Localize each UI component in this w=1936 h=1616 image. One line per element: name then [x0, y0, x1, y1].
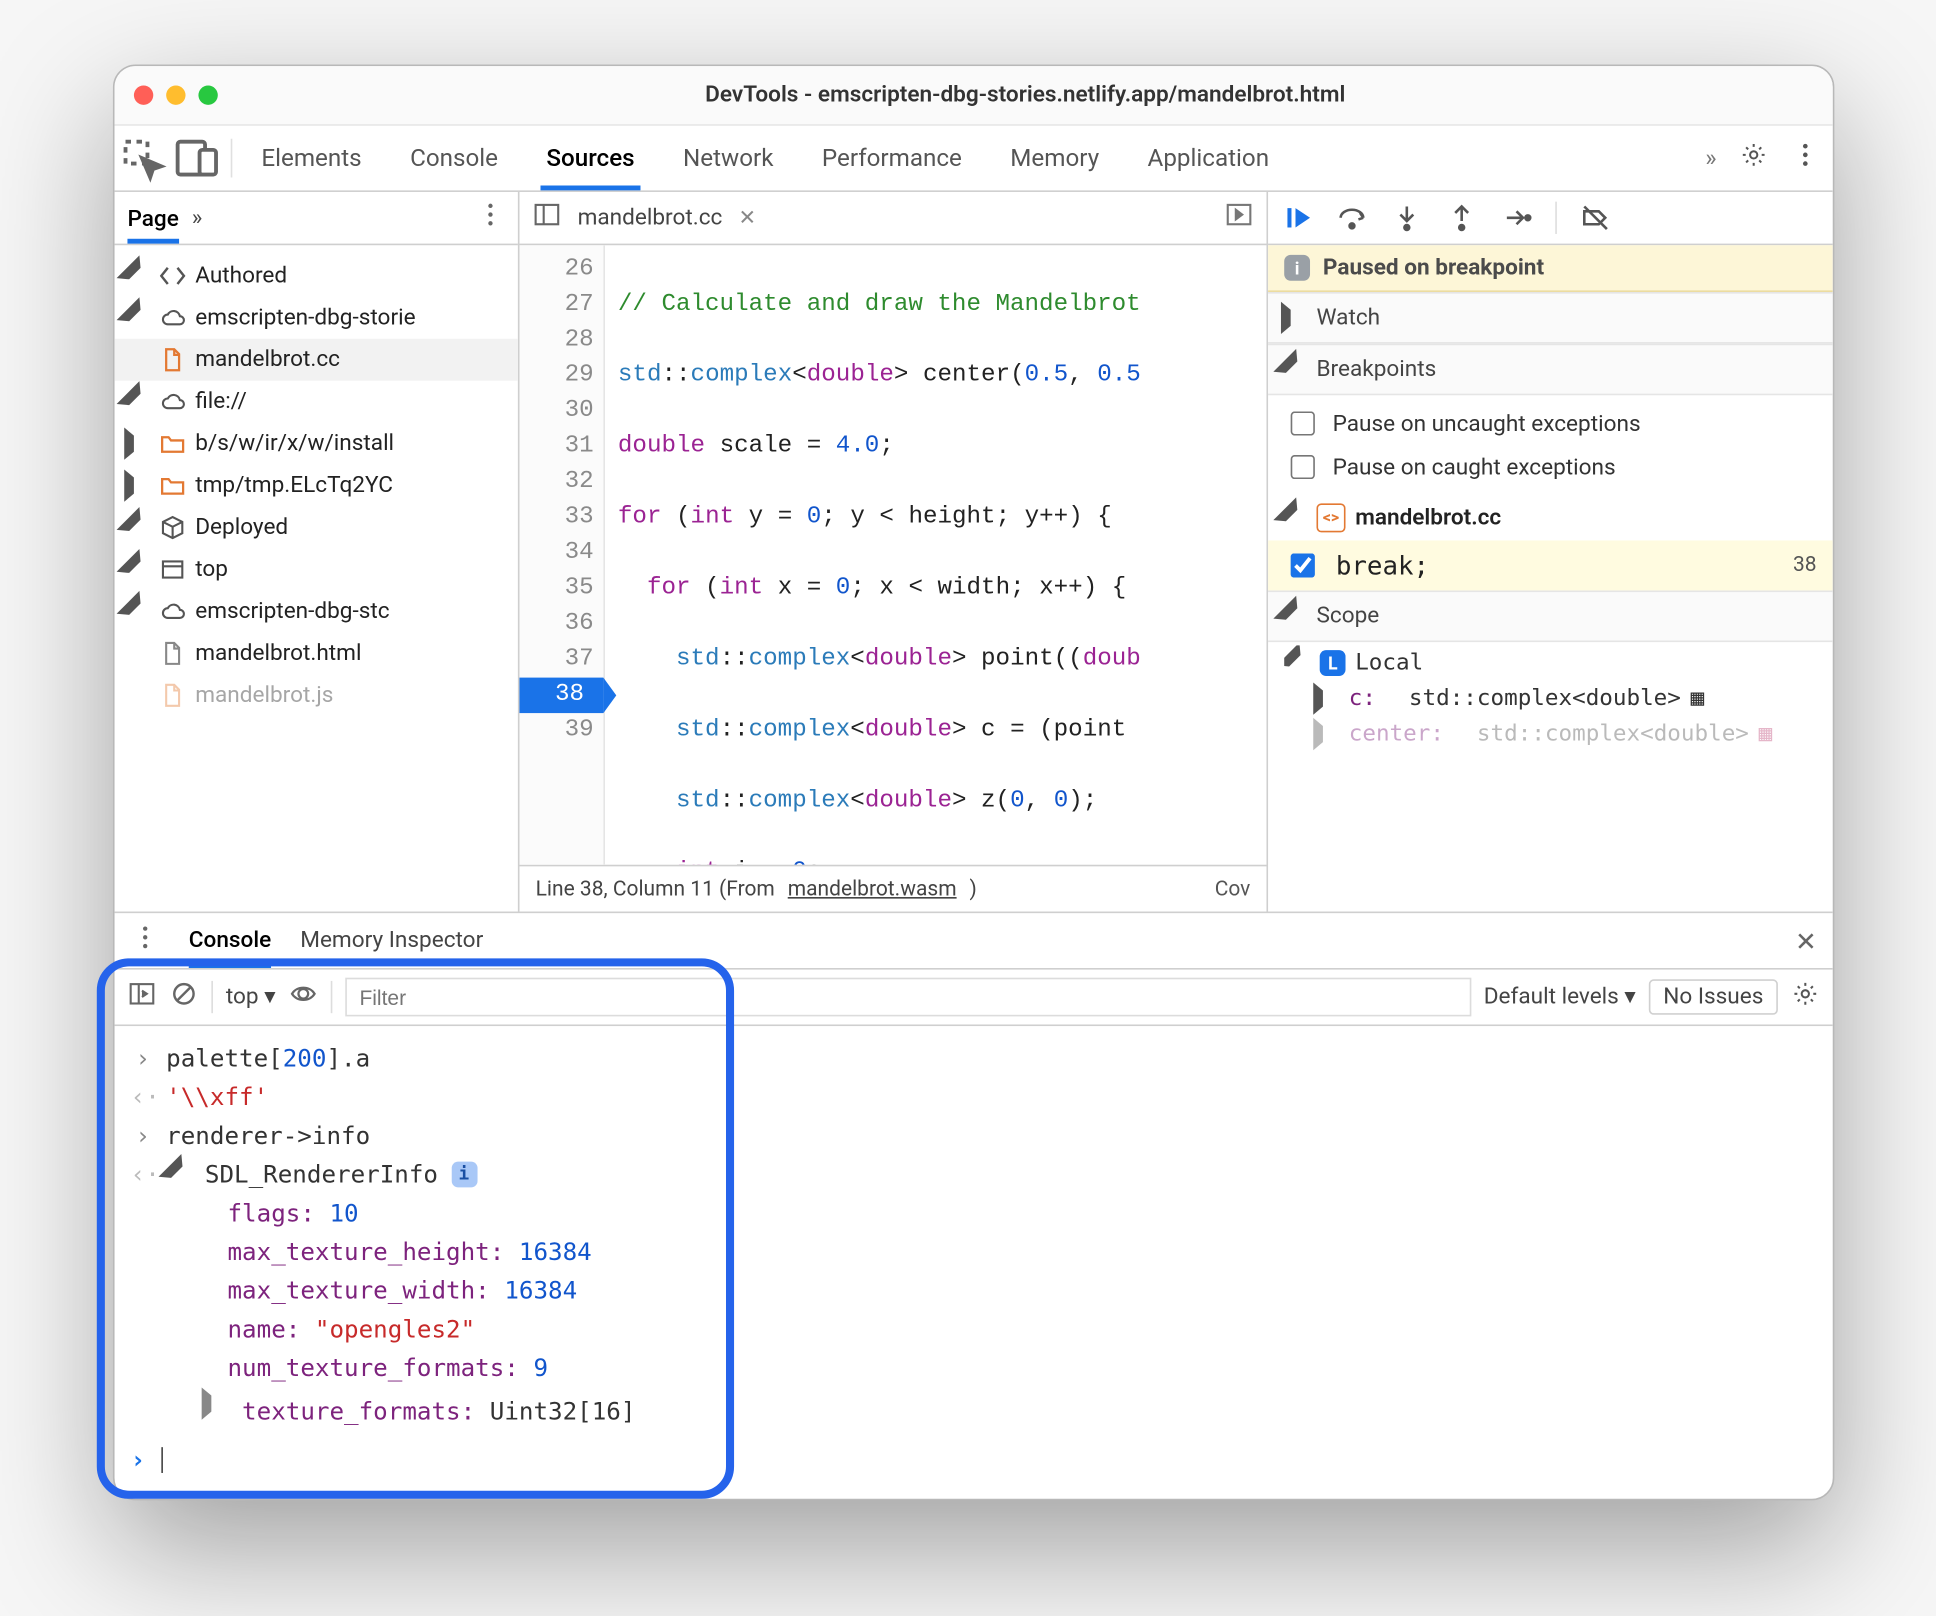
deactivate-breakpoints-icon[interactable]: [1579, 202, 1611, 234]
debugger-panel: i Paused on breakpoint Watch Breakpoints…: [1268, 192, 1833, 912]
inspect-icon[interactable]: [115, 126, 170, 191]
editor-tab[interactable]: mandelbrot.cc ✕: [578, 205, 756, 231]
overflow-tabs-button[interactable]: »: [1705, 144, 1716, 173]
navigator-header: Page »: [115, 192, 518, 245]
run-snippet-icon[interactable]: [1225, 200, 1254, 235]
folder-icon: [160, 431, 186, 457]
tree-file-mandelbrot-cc[interactable]: mandelbrot.cc: [115, 339, 518, 381]
tab-elements[interactable]: Elements: [255, 126, 368, 191]
console-sidebar-toggle-icon[interactable]: [127, 979, 156, 1014]
paused-banner: i Paused on breakpoint: [1268, 245, 1833, 292]
code-angle-icon: [160, 263, 186, 289]
file-tree[interactable]: Authored emscripten-dbg-storie mandelbro…: [115, 245, 518, 911]
traffic-lights: [134, 86, 218, 105]
navigator-kebab[interactable]: [476, 200, 505, 235]
cloud-icon: [160, 599, 186, 625]
memory-inspect-icon[interactable]: ▦: [1691, 686, 1705, 712]
devtools-window: DevTools - emscripten-dbg-stories.netlif…: [113, 65, 1834, 1501]
live-expression-icon[interactable]: [288, 979, 317, 1014]
tab-sources[interactable]: Sources: [540, 126, 641, 191]
step-icon[interactable]: [1500, 202, 1532, 234]
frame-icon: [160, 557, 186, 583]
drawer-close-icon[interactable]: ✕: [1795, 925, 1817, 956]
drawer-tab-memory[interactable]: Memory Inspector: [300, 928, 483, 954]
tab-memory[interactable]: Memory: [1004, 126, 1106, 191]
local-badge: L: [1320, 650, 1346, 676]
levels-dropdown[interactable]: Default levels ▾: [1484, 984, 1636, 1010]
title-bar: DevTools - emscripten-dbg-stories.netlif…: [115, 66, 1833, 126]
console-settings-icon[interactable]: [1791, 979, 1820, 1014]
editor-status-bar: Line 38, Column 11 (From mandelbrot.wasm…: [519, 865, 1266, 912]
navigator-tab-page[interactable]: Page: [127, 207, 178, 244]
close-dot[interactable]: [134, 86, 153, 105]
editor-panel: mandelbrot.cc ✕ 26 27 28 29 30 31 32 33 …: [519, 192, 1268, 912]
settings-icon[interactable]: [1739, 140, 1768, 175]
collapse-sidebar-icon[interactable]: [532, 200, 561, 235]
step-out-icon[interactable]: [1446, 202, 1478, 234]
drawer-panel: Console Memory Inspector ✕ top ▾ Default…: [115, 912, 1833, 1499]
sourcemap-link[interactable]: mandelbrot.wasm: [788, 877, 957, 901]
tab-application[interactable]: Application: [1141, 126, 1275, 191]
zoom-dot[interactable]: [198, 86, 217, 105]
folder-icon: [160, 473, 186, 499]
breakpoint-line-row[interactable]: break;38: [1268, 540, 1833, 590]
cube-icon: [160, 515, 186, 541]
console-filter-input[interactable]: [345, 978, 1471, 1017]
section-breakpoints[interactable]: Breakpoints: [1268, 344, 1833, 396]
file-orange-icon: [160, 347, 186, 373]
file-badge-icon: <>: [1316, 503, 1345, 532]
kebab-menu-icon[interactable]: [1791, 140, 1820, 175]
window-title: DevTools - emscripten-dbg-stories.netlif…: [237, 82, 1813, 108]
navigator-panel: Page » Authored emscripten-dbg-storie ma…: [115, 192, 520, 912]
info-badge-icon[interactable]: i: [451, 1162, 477, 1188]
navigator-overflow-button[interactable]: »: [192, 205, 203, 231]
drawer-kebab[interactable]: [131, 923, 160, 958]
drawer-tab-console[interactable]: Console: [189, 928, 271, 968]
cloud-icon: [160, 305, 186, 331]
clear-console-icon[interactable]: [169, 979, 198, 1014]
resume-icon[interactable]: [1281, 202, 1313, 234]
step-into-icon[interactable]: [1391, 202, 1423, 234]
device-toggle-icon[interactable]: [169, 126, 224, 191]
file-orange-icon: [160, 682, 186, 708]
file-icon: [160, 640, 186, 666]
pause-caught-checkbox[interactable]: Pause on caught exceptions: [1284, 445, 1816, 489]
pause-uncaught-checkbox[interactable]: Pause on uncaught exceptions: [1284, 402, 1816, 446]
step-over-icon[interactable]: [1336, 202, 1368, 234]
breakpoint-file-row[interactable]: <>mandelbrot.cc: [1268, 495, 1833, 540]
tab-console[interactable]: Console: [404, 126, 505, 191]
minimize-dot[interactable]: [166, 86, 185, 105]
close-tab-icon[interactable]: ✕: [738, 206, 756, 230]
main-tab-bar: Elements Console Sources Network Perform…: [115, 126, 1833, 192]
info-icon: i: [1284, 255, 1310, 281]
section-scope[interactable]: Scope: [1268, 590, 1833, 642]
cloud-icon: [160, 389, 186, 415]
console-body[interactable]: ›palette[200].a ‹·'\\xff' ›renderer->inf…: [115, 1026, 1833, 1499]
tab-network[interactable]: Network: [677, 126, 780, 191]
context-selector[interactable]: top ▾: [226, 984, 276, 1010]
code-area[interactable]: 26 27 28 29 30 31 32 33 34 35 36 37 38 3…: [519, 245, 1266, 865]
tab-performance[interactable]: Performance: [815, 126, 968, 191]
issues-button[interactable]: No Issues: [1649, 979, 1778, 1014]
section-watch[interactable]: Watch: [1268, 292, 1833, 344]
